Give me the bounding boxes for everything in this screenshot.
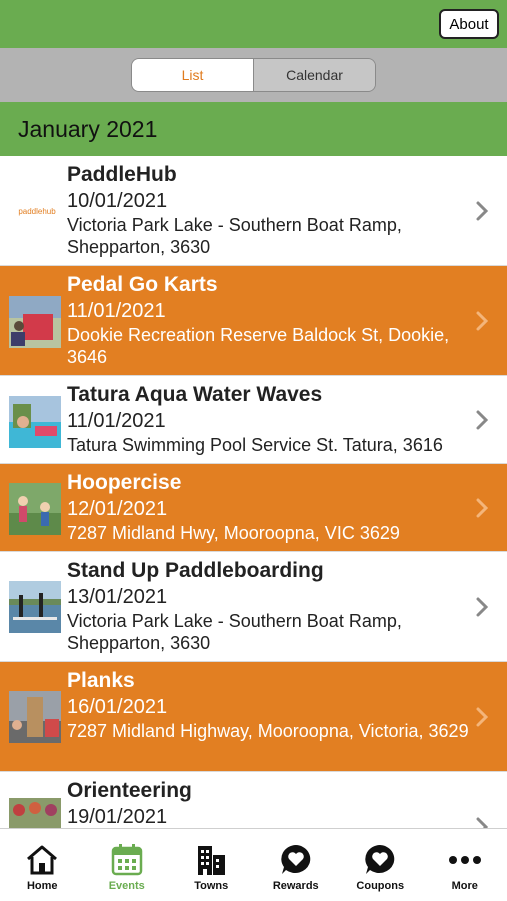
event-title: Orienteering: [67, 778, 477, 804]
event-date: 11/01/2021: [67, 408, 477, 434]
calendar-icon: [109, 843, 145, 877]
top-bar: About: [0, 0, 507, 48]
tab-more[interactable]: More: [423, 829, 507, 901]
segment-calendar[interactable]: Calendar: [253, 59, 375, 91]
bottom-tab-bar: Home Events Towns Rewards: [0, 828, 507, 901]
event-list: paddlehub PaddleHub 10/01/2021 Victoria …: [0, 156, 507, 828]
event-row[interactable]: Pedal Go Karts 11/01/2021 Dookie Recreat…: [0, 266, 507, 376]
event-photo: [9, 296, 61, 348]
event-photo: [9, 798, 61, 828]
event-date: 16/01/2021: [67, 694, 477, 720]
event-address: 7287 Midland Highway, Mooroopna, Victori…: [67, 720, 477, 742]
tab-label: Rewards: [273, 880, 319, 892]
event-date: 19/01/2021: [67, 804, 477, 828]
logo-text: paddlehub: [18, 207, 55, 216]
about-button[interactable]: About: [439, 9, 499, 39]
event-photo: [9, 396, 61, 448]
event-address: Dookie Recreation Reserve Baldock St, Do…: [67, 324, 477, 368]
tab-events[interactable]: Events: [85, 829, 170, 901]
event-address: 7287 Midland Hwy, Mooroopna, VIC 3629: [67, 522, 477, 544]
event-photo: [9, 581, 61, 633]
event-photo: [9, 483, 61, 535]
event-title: Pedal Go Karts: [67, 272, 477, 298]
event-address: Tatura Swimming Pool Service St. Tatura,…: [67, 434, 477, 456]
month-header: January 2021: [0, 102, 507, 156]
event-address: Victoria Park Lake - Southern Boat Ramp,…: [67, 214, 477, 258]
month-label: January 2021: [18, 116, 157, 143]
tab-rewards[interactable]: Rewards: [254, 829, 339, 901]
event-row[interactable]: Tatura Aqua Water Waves 11/01/2021 Tatur…: [0, 376, 507, 464]
tab-label: More: [452, 880, 478, 892]
event-date: 13/01/2021: [67, 584, 477, 610]
event-title: Hoopercise: [67, 470, 477, 496]
event-photo: [9, 691, 61, 743]
event-date: 10/01/2021: [67, 188, 477, 214]
heart-bubble-icon: [278, 843, 314, 877]
chevron-right-icon: [475, 596, 489, 618]
event-row[interactable]: Hoopercise 12/01/2021 7287 Midland Hwy, …: [0, 464, 507, 552]
event-date: 12/01/2021: [67, 496, 477, 522]
event-date: 11/01/2021: [67, 298, 477, 324]
event-row[interactable]: Stand Up Paddleboarding 13/01/2021 Victo…: [0, 552, 507, 662]
event-title: Planks: [67, 668, 477, 694]
buildings-icon: [193, 843, 229, 877]
heart-bubble-icon: [362, 843, 398, 877]
event-row[interactable]: paddlehub PaddleHub 10/01/2021 Victoria …: [0, 156, 507, 266]
tab-towns[interactable]: Towns: [169, 829, 254, 901]
tab-coupons[interactable]: Coupons: [338, 829, 423, 901]
event-address: Victoria Park Lake - Southern Boat Ramp,…: [67, 610, 477, 654]
paddlehub-logo: paddlehub: [9, 185, 65, 237]
chevron-right-icon: [475, 706, 489, 728]
event-row[interactable]: Orienteering 19/01/2021: [0, 772, 507, 828]
tab-label: Towns: [194, 880, 228, 892]
chevron-right-icon: [475, 816, 489, 828]
tab-label: Events: [109, 880, 145, 892]
tab-home[interactable]: Home: [0, 829, 85, 901]
chevron-right-icon: [475, 200, 489, 222]
chevron-right-icon: [475, 409, 489, 431]
home-icon: [24, 843, 60, 877]
event-title: Stand Up Paddleboarding: [67, 558, 477, 584]
event-row[interactable]: Planks 16/01/2021 7287 Midland Highway, …: [0, 662, 507, 772]
view-segment-bar: List Calendar: [0, 48, 507, 102]
view-segmented-control: List Calendar: [131, 58, 376, 92]
segment-list[interactable]: List: [132, 59, 253, 91]
tab-label: Coupons: [356, 880, 404, 892]
more-dots-icon: [447, 843, 483, 877]
event-title: Tatura Aqua Water Waves: [67, 382, 477, 408]
event-title: PaddleHub: [67, 162, 477, 188]
tab-label: Home: [27, 880, 58, 892]
chevron-right-icon: [475, 310, 489, 332]
chevron-right-icon: [475, 497, 489, 519]
